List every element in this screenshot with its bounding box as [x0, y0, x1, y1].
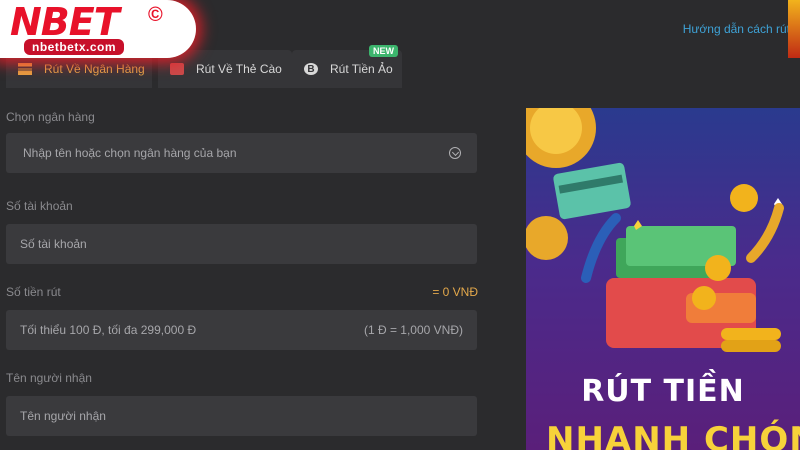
banner-subheadline: NHANH CHÓNG [546, 420, 800, 450]
card-icon [170, 63, 184, 75]
banner-headline: RÚT TIỀN [581, 374, 745, 409]
account-placeholder: Số tài khoản [20, 237, 87, 251]
recipient-placeholder: Tên người nhận [20, 409, 106, 423]
logo-wordmark: NBET [10, 0, 120, 44]
new-badge: NEW [369, 45, 398, 57]
corner-decoration [788, 0, 800, 58]
bank-icon [18, 63, 32, 75]
copyright-mark: © [148, 4, 163, 26]
tab-label: Rút Về Thẻ Cào [196, 62, 282, 76]
promo-banner: RÚT TIỀN NHANH CHÓNG [526, 108, 800, 450]
withdraw-guide-link[interactable]: Hướng dẫn cách rút [683, 22, 790, 36]
recipient-name-input[interactable]: Tên người nhận [6, 396, 477, 436]
exchange-rate: (1 Đ = 1,000 VNĐ) [363, 323, 463, 337]
recipient-label: Tên người nhận [6, 371, 92, 385]
bank-select[interactable]: Nhập tên hoặc chọn ngân hàng của bạn [6, 133, 477, 173]
person-left [581, 213, 621, 283]
tab-label: Rút Về Ngân Hàng [44, 62, 145, 76]
dollar-coin-icon [705, 255, 731, 281]
person-right [746, 203, 784, 263]
tab-label: Rút Tiền Ảo [330, 62, 393, 76]
coin-icon [526, 216, 568, 260]
amount-converted: = 0 VNĐ [432, 285, 478, 299]
amount-placeholder: Tối thiểu 100 Đ, tối đa 299,000 Đ [20, 323, 197, 337]
dollar-coin-icon [730, 184, 758, 212]
logo-url: nbetbetx.com [24, 39, 125, 55]
account-number-input[interactable]: Số tài khoản [6, 224, 477, 264]
bank-label: Chọn ngân hàng [6, 110, 95, 124]
account-label: Số tài khoản [6, 199, 73, 213]
bank-select-placeholder: Nhập tên hoặc chọn ngân hàng của bạn [23, 146, 237, 160]
tab-crypto-withdraw[interactable]: B Rút Tiền Ảo NEW [292, 45, 402, 88]
amount-input[interactable]: Tối thiểu 100 Đ, tối đa 299,000 Đ (1 Đ =… [6, 310, 477, 350]
chevron-down-icon [449, 147, 461, 159]
brand-logo[interactable]: NBET © nbetbetx.com [0, 0, 196, 58]
amount-label: Số tiền rút [6, 285, 61, 299]
bitcoin-icon: B [304, 63, 318, 75]
dollar-coin-icon [692, 286, 716, 310]
